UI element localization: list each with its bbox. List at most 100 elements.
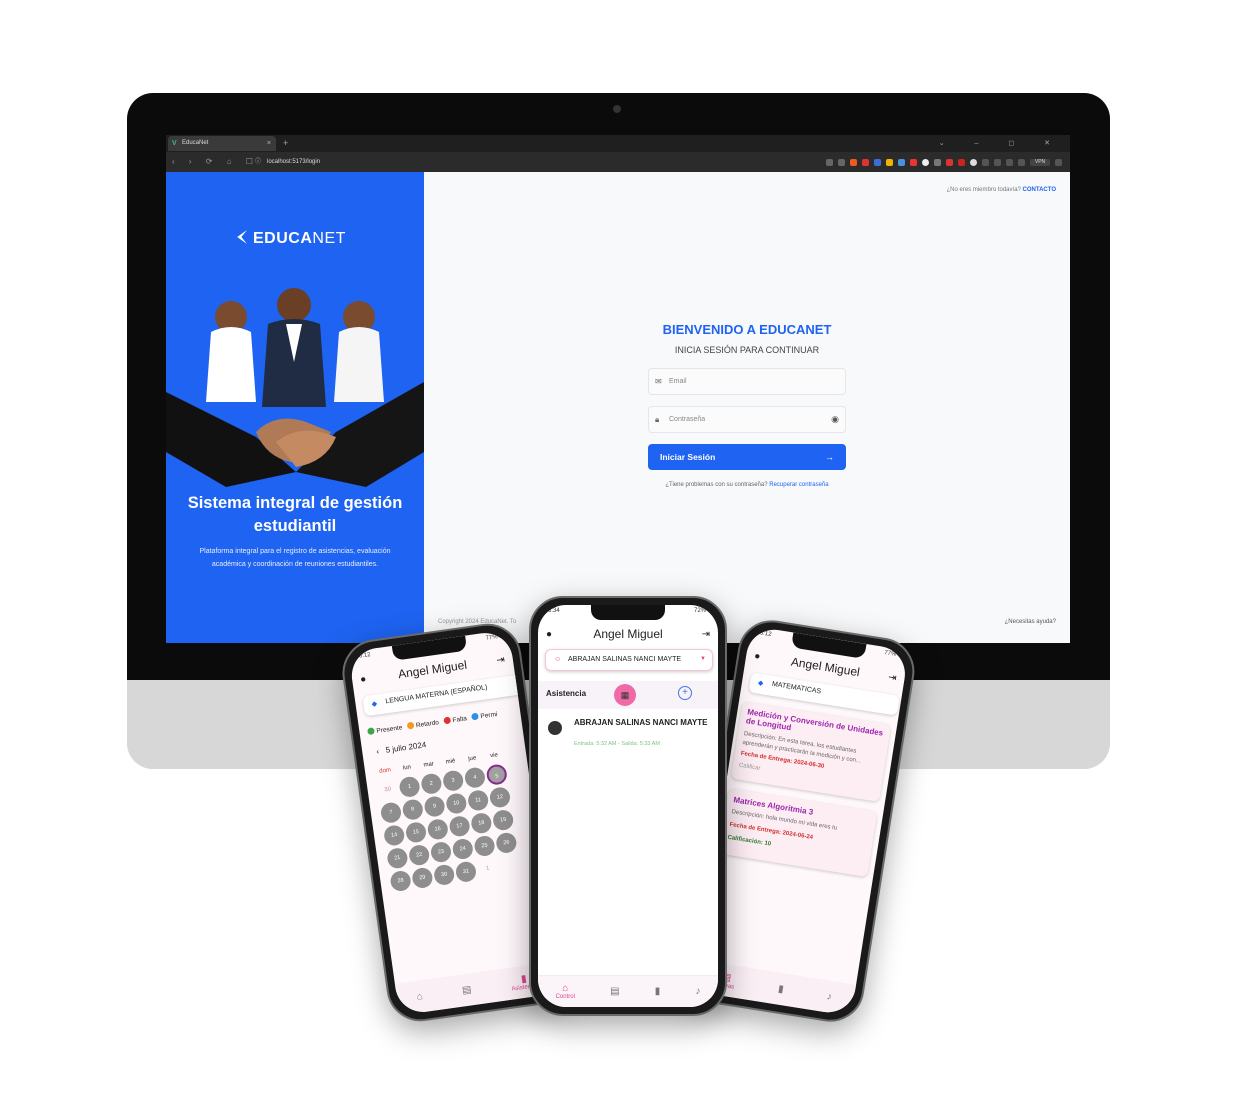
- calendar-day[interactable]: 7: [379, 800, 403, 824]
- window-controls[interactable]: ⌄ – ◻ ✕: [939, 135, 1064, 152]
- calendar-icon[interactable]: ▦: [614, 684, 636, 706]
- attendance-toolbar: Asistencia ▦ +: [538, 681, 718, 709]
- legend-label: Falta: [452, 715, 468, 725]
- bell-icon[interactable]: ♪: [826, 991, 833, 1003]
- eye-icon[interactable]: ◉: [831, 407, 839, 432]
- extension-icon[interactable]: [958, 158, 965, 166]
- attendance-record[interactable]: ABRAJAN SALINAS NANCI MAYTE Entrada: 5:3…: [548, 717, 708, 751]
- extension-icon[interactable]: [922, 158, 929, 166]
- lock-icon: 🔒︎: [655, 415, 660, 424]
- calendar-day[interactable]: 16: [426, 817, 450, 841]
- subject-label: LENGUA MATERNA (ESPAÑOL): [385, 684, 488, 706]
- puzzle-icon[interactable]: [982, 158, 989, 166]
- recover-password-link[interactable]: Recuperar contraseña: [769, 482, 828, 488]
- menu-icon[interactable]: [1055, 158, 1062, 166]
- calendar-day[interactable]: 15: [404, 820, 428, 844]
- weekday-label: vie: [489, 752, 499, 760]
- task-card[interactable]: Medición y Conversión de Unidades de Lon…: [730, 701, 892, 802]
- calendar-day[interactable]: 8: [401, 797, 425, 821]
- calendar-day[interactable]: 28: [389, 869, 412, 892]
- calendar-day[interactable]: 18: [469, 811, 493, 834]
- extension-icon[interactable]: [946, 158, 953, 166]
- navigation-buttons[interactable]: ‹ › ⟳ ⌂ ☐: [172, 152, 259, 172]
- clipboard-icon[interactable]: ▤: [610, 986, 619, 997]
- bell-icon[interactable]: ♪: [695, 986, 700, 997]
- member-prompt-text: ¿No eres miembro todavía?: [946, 187, 1021, 193]
- phone-notch: [391, 635, 468, 661]
- wallet-icon[interactable]: [1018, 158, 1025, 166]
- address-bar-row: ‹ › ⟳ ⌂ ☐ ⓘ localhost:5173/login VPN: [166, 152, 1070, 172]
- calendar-day[interactable]: 14: [382, 823, 406, 847]
- students-handshake-image: [166, 288, 424, 487]
- calendar-day[interactable]: 22: [407, 843, 431, 866]
- extension-icon[interactable]: [910, 158, 917, 166]
- brave-shield-icon[interactable]: [850, 158, 857, 166]
- chevron-left-icon[interactable]: ‹: [376, 747, 380, 756]
- extension-icon[interactable]: [898, 158, 905, 166]
- vpn-button[interactable]: VPN: [1030, 158, 1050, 166]
- calendar-day[interactable]: 23: [429, 840, 453, 863]
- status-battery: 72%: [693, 608, 706, 614]
- password-field[interactable]: 🔒︎ Contraseña ◉: [648, 406, 846, 433]
- tab-close-icon[interactable]: ×: [267, 136, 271, 151]
- calendar-day[interactable]: 11: [466, 788, 490, 812]
- login-button[interactable]: Iniciar Sesión →: [648, 444, 846, 470]
- calendar-day[interactable]: 10: [445, 791, 468, 815]
- calendar-day[interactable]: 21: [386, 846, 409, 870]
- extension-icon[interactable]: [970, 158, 977, 166]
- share-icon[interactable]: [838, 158, 845, 166]
- calendar-day-selected[interactable]: 5: [485, 762, 508, 786]
- graduation-cap-icon: ⌂: [562, 983, 569, 994]
- download-icon[interactable]: [1006, 158, 1013, 166]
- calendar-day[interactable]: 4: [463, 765, 487, 789]
- hero-subtitle: Plataforma integral para el registro de …: [199, 548, 391, 568]
- calendar-day[interactable]: 31: [454, 860, 478, 883]
- calendar-day[interactable]: 3: [441, 768, 465, 792]
- calendar-day[interactable]: 30: [432, 863, 456, 886]
- rewards-icon[interactable]: [862, 158, 869, 166]
- playlist-icon[interactable]: [994, 158, 1001, 166]
- user-name: Angel Miguel: [593, 627, 663, 641]
- graduation-cap-icon[interactable]: ⌂: [416, 991, 424, 1003]
- add-icon[interactable]: +: [678, 686, 692, 700]
- clipboard-icon[interactable]: ▤: [461, 984, 472, 996]
- logout-icon[interactable]: ⇥: [496, 654, 506, 666]
- calendar-day[interactable]: 26: [494, 831, 518, 854]
- translate-icon[interactable]: [826, 158, 833, 166]
- student-select[interactable]: ☺ ABRAJAN SALINAS NANCI MAYTE ▼: [545, 649, 713, 671]
- webcam: [613, 105, 621, 113]
- task-card[interactable]: Matrices Algoritmia 3 Descripción: hola …: [718, 788, 878, 878]
- extension-icon[interactable]: [886, 158, 893, 166]
- calendar-day[interactable]: 17: [448, 814, 471, 838]
- nav-control[interactable]: ⌂ Control: [556, 983, 575, 1000]
- calendar-day[interactable]: 2: [420, 771, 443, 795]
- logout-icon[interactable]: ⇥: [887, 672, 897, 684]
- calendar-day[interactable]: 12: [488, 785, 512, 809]
- tab-educanet[interactable]: V EducaNet ×: [168, 136, 276, 151]
- help-link[interactable]: ¿Necesitas ayuda?: [1005, 619, 1056, 625]
- email-field[interactable]: ✉ Email: [648, 368, 846, 395]
- record-time: Entrada: 5:32 AM - Salida: 5:33 AM: [574, 741, 660, 747]
- contact-link[interactable]: CONTACTO: [1023, 187, 1056, 193]
- logo-light: NET: [312, 230, 346, 247]
- book-icon[interactable]: ▮: [777, 983, 784, 995]
- attendance-legend: Presente Retardo Falta Permi: [367, 710, 498, 736]
- email-placeholder: Email: [669, 378, 687, 385]
- welcome-title: BIENVENIDO A EDUCANET: [662, 322, 832, 337]
- calendar-day[interactable]: 25: [473, 834, 496, 857]
- calendar-day[interactable]: 29: [411, 866, 434, 889]
- calendar-day[interactable]: 1: [398, 775, 421, 798]
- extension-icon[interactable]: [874, 158, 881, 166]
- section-title: Asistencia: [546, 689, 587, 698]
- calendar-day: 1: [485, 865, 490, 872]
- extensions-toolbar: VPN: [826, 156, 1062, 168]
- new-tab-button[interactable]: +: [283, 135, 288, 152]
- logout-icon[interactable]: ⇥: [702, 629, 710, 640]
- calendar-day[interactable]: 19: [491, 808, 515, 831]
- book-icon[interactable]: ▮: [655, 986, 661, 997]
- extension-icon[interactable]: [934, 158, 941, 166]
- url-input[interactable]: ⓘ localhost:5173/login: [255, 155, 795, 169]
- calendar-day[interactable]: 9: [423, 794, 446, 818]
- site-info-icon[interactable]: ⓘ: [255, 155, 261, 169]
- calendar-day[interactable]: 24: [451, 837, 475, 860]
